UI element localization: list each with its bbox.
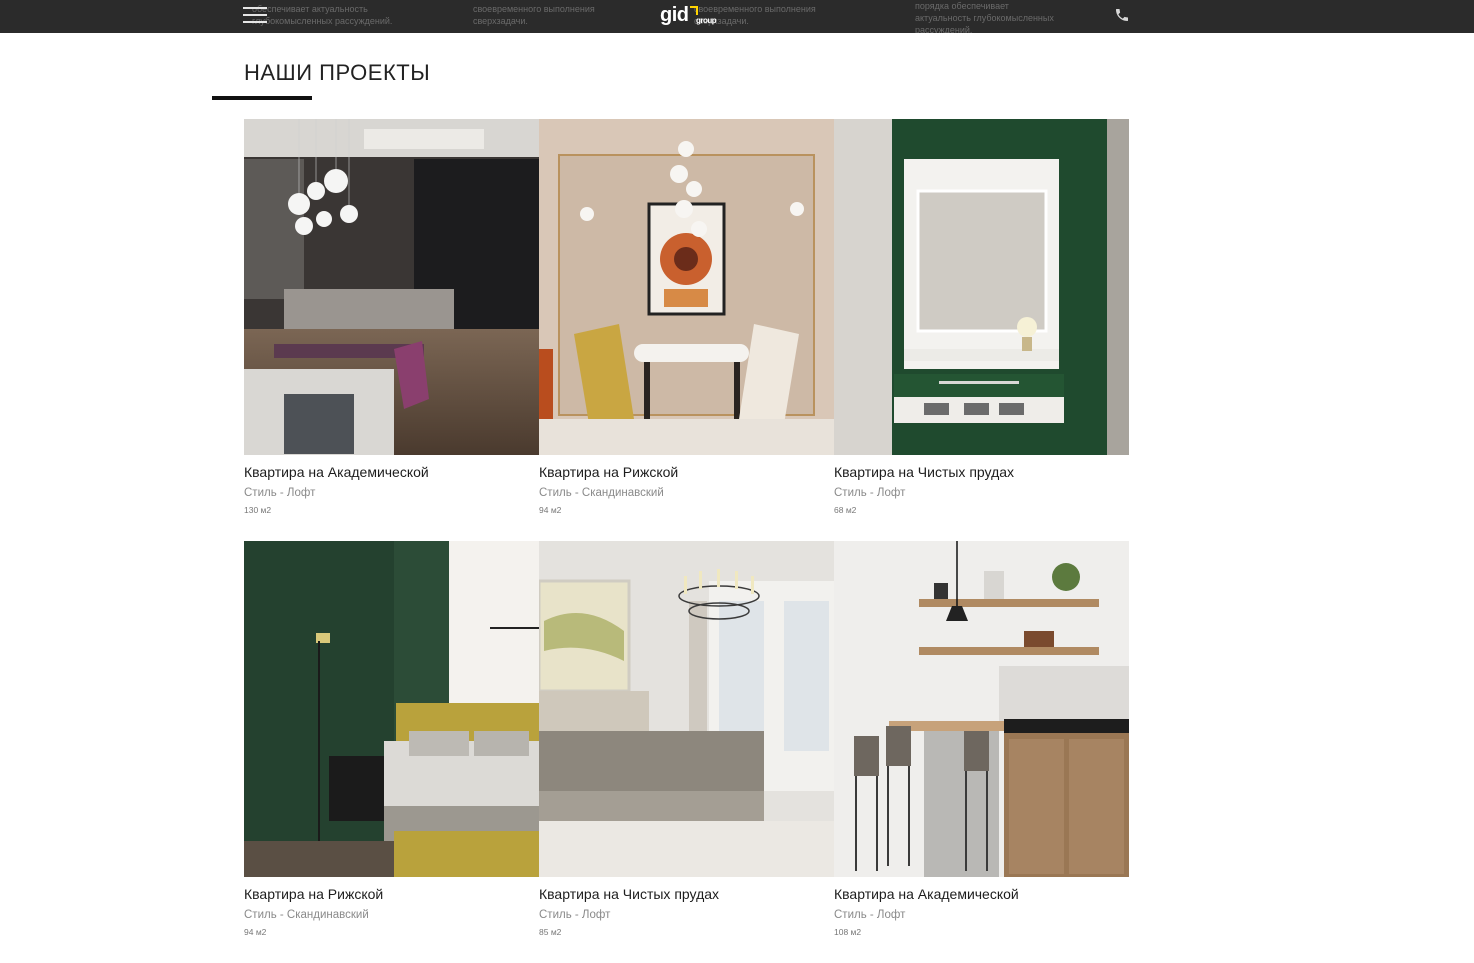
header-text-line: глубокомысленных рассуждений. — [252, 16, 393, 26]
header-text-line: рассуждений. — [915, 25, 973, 33]
header-text-line: своевременного выполнения — [694, 4, 816, 14]
section-title: НАШИ ПРОЕКТЫ — [244, 60, 431, 85]
project-style: Стиль - Скандинавский — [244, 909, 369, 921]
project-name[interactable]: Квартира на Чистых прудах — [539, 886, 719, 902]
project-card[interactable]: Квартира на Чистых прудах Стиль - Лофт 6… — [834, 119, 1129, 541]
project-style: Стиль - Лофт — [244, 487, 316, 499]
project-style: Стиль - Лофт — [834, 909, 906, 921]
project-card[interactable]: Квартира на Рижской Стиль - Скандинавски… — [539, 119, 834, 541]
project-card[interactable]: Квартира на Рижской Стиль - Скандинавски… — [244, 541, 539, 963]
project-area: 85 м2 — [539, 927, 562, 937]
project-photo-kitchen-dining[interactable] — [244, 119, 539, 455]
logo-accent-mark — [690, 6, 698, 15]
project-style: Стиль - Лофт — [539, 909, 611, 921]
logo-main-text: gid — [660, 4, 689, 26]
header-text-line: порядка обеспечивает — [915, 1, 1009, 11]
header-text-line: своевременного выполнения — [473, 4, 595, 14]
project-card[interactable]: Квартира на Чистых прудах Стиль - Лофт 8… — [539, 541, 834, 963]
header-text-line: актуальность глубокомысленных — [915, 13, 1054, 23]
project-area: 94 м2 — [539, 505, 562, 515]
project-style: Стиль - Лофт — [834, 487, 906, 499]
header-background-text: своевременного выполнения сверхзадачи. — [473, 3, 595, 27]
project-photo-bedroom-grey[interactable] — [539, 541, 834, 877]
projects-grid: Квартира на Академической Стиль - Лофт 1… — [244, 119, 1129, 963]
project-name[interactable]: Квартира на Рижской — [244, 886, 383, 902]
project-area: 94 м2 — [244, 927, 267, 937]
header-text-line: сверхзадачи. — [473, 16, 528, 26]
project-area: 130 м2 — [244, 505, 272, 515]
project-card[interactable]: Квартира на Академической Стиль - Лофт 1… — [834, 541, 1129, 963]
project-area: 68 м2 — [834, 505, 857, 515]
top-navigation-bar: обеспечивает актуальность глубокомысленн… — [0, 0, 1474, 33]
header-background-text: порядка обеспечивает актуальность глубок… — [915, 0, 1054, 33]
project-photo-bedroom[interactable] — [244, 541, 539, 877]
header-text-line: обеспечивает актуальность — [252, 4, 368, 14]
title-underline — [212, 96, 312, 100]
project-photo-kitchen-bar[interactable] — [834, 541, 1129, 877]
project-name[interactable]: Квартира на Рижской — [539, 464, 678, 480]
project-name[interactable]: Квартира на Академической — [244, 464, 429, 480]
project-style: Стиль - Скандинавский — [539, 487, 664, 499]
project-photo-bathroom[interactable] — [834, 119, 1129, 455]
project-area: 108 м2 — [834, 927, 862, 937]
header-background-text: обеспечивает актуальность глубокомысленн… — [252, 3, 392, 27]
hamburger-icon[interactable] — [243, 4, 267, 26]
project-photo-dining[interactable] — [539, 119, 834, 455]
logo-sub-text: group — [696, 16, 717, 25]
project-name[interactable]: Квартира на Чистых прудах — [834, 464, 1014, 480]
phone-icon[interactable] — [1114, 7, 1130, 23]
project-name[interactable]: Квартира на Академической — [834, 886, 1019, 902]
project-card[interactable]: Квартира на Академической Стиль - Лофт 1… — [244, 119, 539, 541]
